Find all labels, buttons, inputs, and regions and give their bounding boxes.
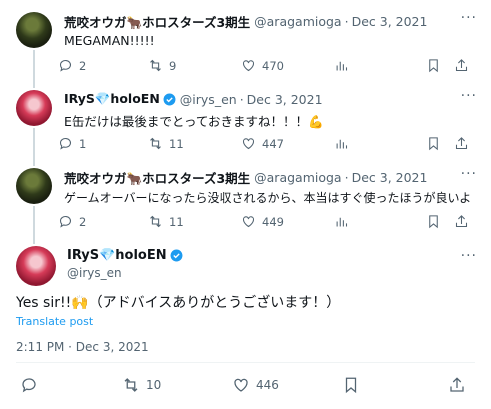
like-button[interactable]: 470 [241, 58, 284, 73]
tweet-header: 荒咬オウガ🐂ホロスターズ3期生 @aragamioga · Dec 3, 202… [64, 11, 479, 31]
retweet-count: 10 [146, 378, 162, 392]
analytics-icon [336, 217, 348, 227]
focused-tweet: IRyS💎holoEN ··· @irys_en Yes sir!!🙌（アドバイ… [0, 236, 491, 409]
thread-line [33, 128, 35, 166]
share-icon [450, 377, 464, 392]
retweet-count: 11 [169, 136, 184, 151]
analytics-icon [336, 139, 348, 149]
like-count: 449 [262, 214, 284, 229]
tweet-actions: 2 11 449 [58, 214, 477, 234]
avatar[interactable] [16, 90, 52, 126]
share-button[interactable] [454, 136, 469, 151]
thread-line [33, 50, 35, 88]
tweet-header: 荒咬オウガ🐂ホロスターズ3期生 @aragamioga · Dec 3, 202… [64, 167, 479, 187]
date[interactable]: Dec 3, 2021 [352, 170, 428, 185]
like-count: 446 [256, 378, 279, 392]
display-name-row: IRyS💎holoEN [67, 248, 183, 263]
like-button[interactable]: 446 [232, 376, 279, 394]
heart-icon [234, 378, 248, 392]
heart-icon [242, 216, 255, 228]
display-name[interactable]: 荒咬オウガ🐂ホロスターズ3期生 [64, 12, 250, 31]
date[interactable]: Dec 3, 2021 [247, 92, 323, 107]
separator: · [239, 91, 244, 107]
retweet-icon [124, 378, 138, 392]
timestamp[interactable]: 2:11 PM · Dec 3, 2021 [16, 340, 149, 354]
reply-icon [59, 60, 71, 72]
bookmark-button[interactable] [426, 136, 441, 151]
heart-icon [242, 60, 255, 72]
retweet-icon [150, 137, 161, 150]
tweet-text: MEGAMAN!!!!! [64, 33, 155, 48]
bookmark-button[interactable] [342, 376, 360, 394]
reply-count: 2 [79, 214, 87, 229]
verified-badge-icon [163, 93, 176, 105]
handle[interactable]: @irys_en [180, 92, 237, 107]
retweet-count: 9 [169, 58, 177, 73]
retweet-count: 11 [169, 214, 184, 229]
analytics-button[interactable] [334, 136, 349, 151]
separator: · [344, 169, 349, 185]
more-icon[interactable]: ··· [461, 10, 477, 26]
divider [16, 362, 475, 363]
avatar[interactable] [16, 12, 52, 48]
retweet-icon [150, 59, 161, 72]
like-button[interactable]: 447 [241, 136, 284, 151]
handle[interactable]: @aragamioga [254, 14, 341, 29]
analytics-button[interactable] [334, 58, 349, 73]
retweet-icon [150, 215, 161, 228]
bookmark-icon [429, 137, 438, 151]
retweet-button[interactable]: 11 [148, 136, 184, 151]
reply-button[interactable] [20, 376, 38, 394]
more-icon[interactable]: ··· [461, 166, 477, 182]
heart-icon [242, 138, 255, 150]
bookmark-icon [345, 377, 357, 394]
tweet-actions: 2 9 470 [58, 58, 477, 78]
share-icon [455, 59, 468, 72]
avatar[interactable] [16, 168, 52, 204]
like-count: 447 [262, 136, 284, 151]
reply-button[interactable]: 2 [58, 58, 86, 73]
bookmark-button[interactable] [426, 58, 441, 73]
reply-icon [59, 138, 71, 150]
like-count: 470 [262, 58, 284, 73]
bookmark-icon [429, 215, 438, 229]
share-icon [455, 215, 468, 228]
reply-button[interactable]: 1 [58, 136, 86, 151]
retweet-button[interactable]: 9 [148, 58, 176, 73]
display-name[interactable]: 荒咬オウガ🐂ホロスターズ3期生 [64, 168, 250, 187]
display-name[interactable]: IRyS💎holoEN [67, 248, 167, 263]
bookmark-button[interactable] [426, 214, 441, 229]
tweet-header: IRyS💎holoEN @irys_en · Dec 3, 2021 [64, 89, 479, 109]
tweet-text: E缶だけは最後までとっておきますね！！！💪 [64, 114, 324, 129]
retweet-button[interactable]: 11 [148, 214, 184, 229]
reply-icon [22, 378, 36, 393]
reply-count: 1 [79, 136, 87, 151]
reply-button[interactable]: 2 [58, 214, 86, 229]
verified-badge-icon [170, 249, 183, 262]
translate-link[interactable]: Translate post [16, 315, 93, 328]
analytics-icon [336, 61, 348, 71]
share-button[interactable] [454, 58, 469, 73]
date[interactable]: Dec 3, 2021 [352, 14, 428, 29]
tweet-text: Yes sir!!🙌（アドバイスありがとうございます！） [16, 295, 341, 311]
like-button[interactable]: 449 [241, 214, 284, 229]
handle[interactable]: @irys_en [67, 266, 122, 280]
bookmark-icon [429, 59, 438, 73]
tweet-text: ゲームオーバーになったら没収されるから、本当はすぐ使ったほうが良いよ [64, 191, 472, 205]
retweet-button[interactable]: 10 [122, 376, 161, 394]
more-icon[interactable]: ··· [461, 248, 477, 264]
tweet-actions: 1 11 447 [58, 136, 477, 156]
more-icon[interactable]: ··· [461, 88, 477, 104]
separator: · [344, 13, 349, 29]
reply-icon [59, 216, 71, 228]
display-name[interactable]: IRyS💎holoEN [64, 91, 160, 107]
tweet-actions: 10 446 [20, 376, 471, 398]
share-button[interactable] [448, 376, 466, 394]
analytics-button[interactable] [334, 214, 349, 229]
share-button[interactable] [454, 214, 469, 229]
handle[interactable]: @aragamioga [254, 170, 341, 185]
share-icon [455, 137, 468, 150]
avatar[interactable] [16, 246, 56, 286]
reply-count: 2 [79, 58, 87, 73]
